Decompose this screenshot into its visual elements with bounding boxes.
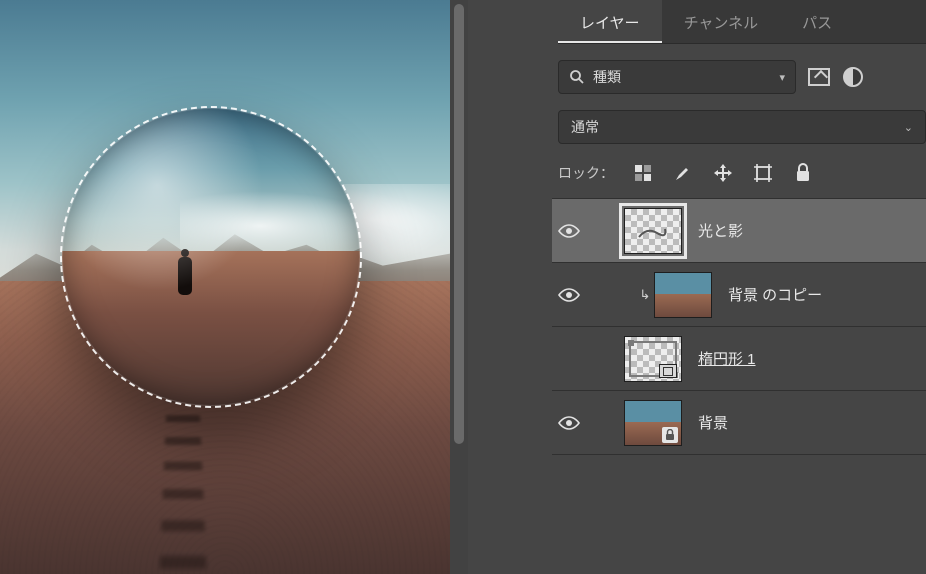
panel-tabs: レイヤー チャンネル パス	[558, 0, 926, 44]
canvas-area[interactable]	[0, 0, 450, 574]
lock-label: ロック：	[558, 163, 614, 183]
lock-badge-icon	[662, 427, 678, 443]
layers-panel: レイヤー チャンネル パス 種類 ▾ 通常 ⌄ ロック：	[468, 0, 926, 574]
layer-thumbnail[interactable]	[654, 272, 712, 318]
layer-row[interactable]: 光と影	[552, 199, 926, 263]
lock-all-icon[interactable]	[792, 162, 814, 184]
layer-thumbnail[interactable]	[624, 336, 682, 382]
search-icon	[569, 69, 585, 85]
lock-brush-icon[interactable]	[672, 162, 694, 184]
filter-label: 種類	[593, 67, 621, 87]
blend-mode-value: 通常	[571, 117, 599, 137]
chevron-down-icon: ⌄	[904, 121, 913, 134]
chevron-down-icon: ▾	[779, 71, 785, 84]
lock-transparency-icon[interactable]	[632, 162, 654, 184]
scrollbar-thumb[interactable]	[454, 4, 464, 444]
vector-mask-badge	[659, 364, 677, 378]
canvas-scrollbar[interactable]	[450, 0, 468, 574]
lock-artboard-icon[interactable]	[752, 162, 774, 184]
layer-row[interactable]: ↳ 背景 のコピー	[552, 263, 926, 327]
layers-list: 光と影 ↳ 背景 のコピー 楕円形 1	[552, 198, 926, 455]
layer-row[interactable]: 背景	[552, 391, 926, 455]
lock-icons	[632, 162, 814, 184]
image-filter-icon[interactable]	[808, 66, 830, 88]
layer-filter-select[interactable]: 種類 ▾	[558, 60, 796, 94]
sphere-composite	[62, 108, 360, 406]
layer-row[interactable]: 楕円形 1	[552, 327, 926, 391]
tab-paths[interactable]: パス	[780, 0, 854, 43]
visibility-toggle[interactable]	[556, 287, 596, 303]
blend-mode-select[interactable]: 通常 ⌄	[558, 110, 926, 144]
tab-layers[interactable]: レイヤー	[558, 0, 662, 43]
layer-name[interactable]: 光と影	[698, 220, 743, 241]
visibility-toggle[interactable]	[556, 223, 596, 239]
lock-position-icon[interactable]	[712, 162, 734, 184]
visibility-toggle[interactable]	[556, 415, 596, 431]
document-canvas[interactable]	[0, 0, 450, 574]
tab-channels[interactable]: チャンネル	[662, 0, 781, 43]
layer-name[interactable]: 背景 のコピー	[728, 284, 822, 305]
layer-thumbnail[interactable]	[624, 400, 682, 446]
clipping-mask-icon: ↳	[636, 287, 654, 303]
layer-name[interactable]: 楕円形 1	[698, 348, 756, 369]
adjustment-icon[interactable]	[842, 66, 864, 88]
layer-name[interactable]: 背景	[698, 412, 728, 433]
layer-thumbnail[interactable]	[624, 208, 682, 254]
